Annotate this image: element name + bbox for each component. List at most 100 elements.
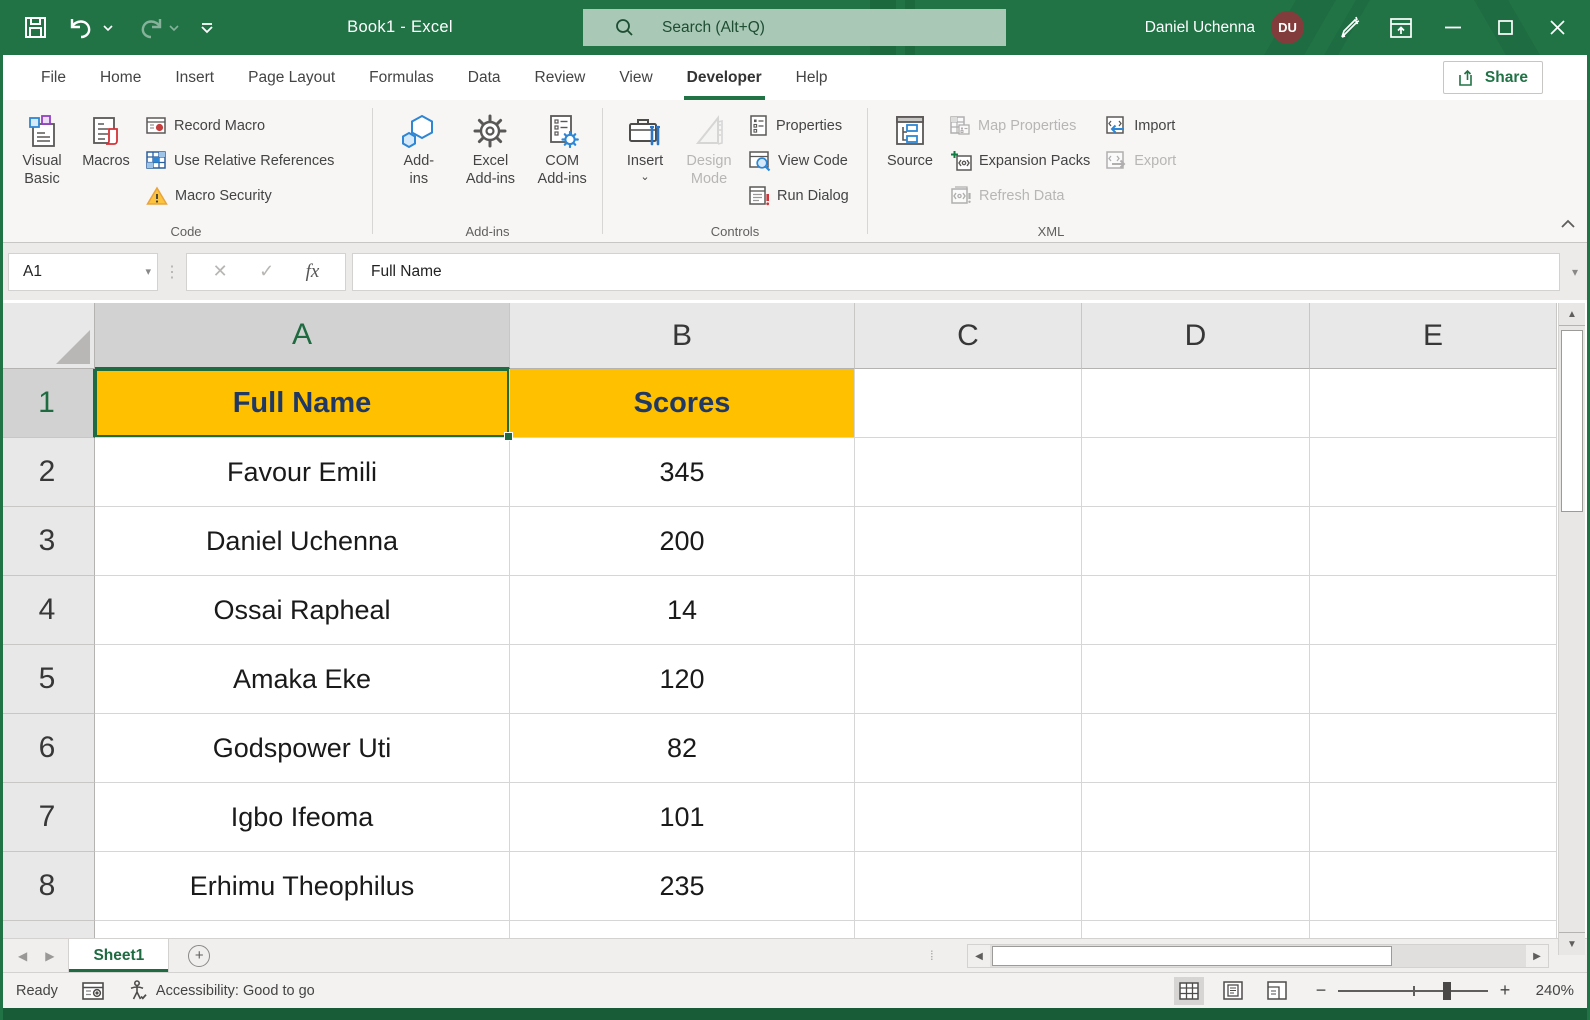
cell-b4[interactable]: 14	[510, 576, 855, 645]
tab-data[interactable]: Data	[451, 55, 518, 100]
page-layout-view-button[interactable]	[1218, 977, 1248, 1005]
cell-b1[interactable]: Scores	[510, 369, 855, 438]
cell-partial[interactable]	[855, 921, 1082, 938]
insert-dropdown-chevron[interactable]: ⌄	[640, 172, 649, 182]
run-dialog-button[interactable]: Run Dialog	[749, 178, 849, 213]
cell-b2[interactable]: 345	[510, 438, 855, 507]
vertical-scrollbar-thumb[interactable]	[1561, 330, 1583, 512]
redo-button[interactable]	[129, 11, 185, 45]
expand-formula-bar-button[interactable]: ▾	[1560, 253, 1590, 291]
scroll-up-button[interactable]: ▲	[1559, 303, 1585, 326]
row-header-4[interactable]: 4	[0, 576, 95, 645]
cell-e5[interactable]	[1310, 645, 1557, 714]
tab-file[interactable]: File	[24, 55, 83, 100]
horizontal-scrollbar-thumb[interactable]	[992, 946, 1392, 966]
horizontal-scrollbar[interactable]: ◀ ▶	[967, 944, 1549, 968]
scroll-down-button[interactable]: ▼	[1559, 932, 1585, 955]
row-header-8[interactable]: 8	[0, 852, 95, 921]
cell-c4[interactable]	[855, 576, 1082, 645]
cell-e8[interactable]	[1310, 852, 1557, 921]
cell-e6[interactable]	[1310, 714, 1557, 783]
tab-insert[interactable]: Insert	[158, 55, 231, 100]
cell-a5[interactable]: Amaka Eke	[95, 645, 510, 714]
cell-e3[interactable]	[1310, 507, 1557, 576]
avatar[interactable]: DU	[1271, 11, 1304, 44]
add-ins-button[interactable]: Add- ins	[387, 106, 451, 188]
cell-a8[interactable]: Erhimu Theophilus	[95, 852, 510, 921]
column-header-e[interactable]: E	[1310, 303, 1557, 369]
cell-a4[interactable]: Ossai Rapheal	[95, 576, 510, 645]
row-header-5[interactable]: 5	[0, 645, 95, 714]
cell-b6[interactable]: 82	[510, 714, 855, 783]
row-header-6[interactable]: 6	[0, 714, 95, 783]
tab-view[interactable]: View	[602, 55, 669, 100]
insert-control-button[interactable]: Insert ⌄	[613, 106, 677, 182]
formula-input[interactable]: Full Name	[352, 253, 1560, 291]
confirm-entry-button[interactable]: ✓	[259, 261, 274, 282]
cell-a1[interactable]: Full Name	[95, 369, 510, 438]
zoom-in-button[interactable]: +	[1498, 980, 1512, 1001]
expansion-packs-button[interactable]: Expansion Packs	[950, 143, 1090, 178]
cell-d3[interactable]	[1082, 507, 1310, 576]
close-button[interactable]	[1534, 0, 1580, 55]
view-code-button[interactable]: View Code	[749, 143, 849, 178]
cell-d7[interactable]	[1082, 783, 1310, 852]
cell-e2[interactable]	[1310, 438, 1557, 507]
ribbon-display-options-button[interactable]	[1378, 0, 1424, 55]
cell-d6[interactable]	[1082, 714, 1310, 783]
cell-partial[interactable]	[95, 921, 510, 938]
row-header-partial[interactable]	[0, 921, 95, 938]
cell-c1[interactable]	[855, 369, 1082, 438]
tab-formulas[interactable]: Formulas	[352, 55, 451, 100]
source-button[interactable]: Source	[878, 106, 942, 170]
cell-e1[interactable]	[1310, 369, 1557, 438]
excel-add-ins-button[interactable]: Excel Add-ins	[458, 106, 522, 188]
cell-b5[interactable]: 120	[510, 645, 855, 714]
cell-d4[interactable]	[1082, 576, 1310, 645]
tab-home[interactable]: Home	[83, 55, 158, 100]
formula-bar-resize-handle[interactable]: ⋮	[158, 262, 186, 282]
fill-handle[interactable]	[504, 432, 513, 441]
cell-d8[interactable]	[1082, 852, 1310, 921]
tab-developer[interactable]: Developer	[670, 55, 779, 100]
insert-function-button[interactable]: fx	[306, 261, 320, 283]
cell-c8[interactable]	[855, 852, 1082, 921]
cell-c7[interactable]	[855, 783, 1082, 852]
column-header-a[interactable]: A	[95, 303, 510, 369]
scroll-left-button[interactable]: ◀	[968, 945, 990, 967]
cell-c6[interactable]	[855, 714, 1082, 783]
sheet-tab-sheet1[interactable]: Sheet1	[68, 939, 169, 972]
cell-e7[interactable]	[1310, 783, 1557, 852]
collapse-ribbon-button[interactable]	[1560, 216, 1576, 234]
cell-c5[interactable]	[855, 645, 1082, 714]
tab-scrollbar-splitter[interactable]: ⁞	[930, 939, 934, 972]
tab-help[interactable]: Help	[779, 55, 845, 100]
visual-basic-button[interactable]: Visual Basic	[10, 106, 74, 188]
vertical-scrollbar[interactable]: ▲ ▼	[1558, 303, 1585, 955]
record-macro-button[interactable]: Record Macro	[146, 108, 334, 143]
tab-page-layout[interactable]: Page Layout	[231, 55, 352, 100]
user-name[interactable]: Daniel Uchenna	[1145, 19, 1255, 37]
cell-b7[interactable]: 101	[510, 783, 855, 852]
cell-c2[interactable]	[855, 438, 1082, 507]
customize-quick-access-toolbar-button[interactable]	[195, 11, 219, 45]
cell-d5[interactable]	[1082, 645, 1310, 714]
previous-sheet-button[interactable]: ◀	[18, 949, 27, 963]
row-header-2[interactable]: 2	[0, 438, 95, 507]
zoom-out-button[interactable]: −	[1314, 980, 1328, 1001]
use-relative-references-button[interactable]: Use Relative References	[146, 143, 334, 178]
cell-b3[interactable]: 200	[510, 507, 855, 576]
cell-b8[interactable]: 235	[510, 852, 855, 921]
zoom-slider[interactable]	[1338, 981, 1488, 1001]
macros-button[interactable]: Macros	[74, 106, 138, 170]
properties-button[interactable]: Properties	[749, 108, 849, 143]
row-header-7[interactable]: 7	[0, 783, 95, 852]
cell-a3[interactable]: Daniel Uchenna	[95, 507, 510, 576]
row-header-1[interactable]: 1	[0, 369, 95, 438]
minimize-button[interactable]	[1430, 0, 1476, 55]
cell-d2[interactable]	[1082, 438, 1310, 507]
normal-view-button[interactable]	[1174, 977, 1204, 1005]
page-break-preview-button[interactable]	[1262, 977, 1292, 1005]
horizontal-scrollbar-track[interactable]	[990, 945, 1526, 967]
cell-a6[interactable]: Godspower Uti	[95, 714, 510, 783]
